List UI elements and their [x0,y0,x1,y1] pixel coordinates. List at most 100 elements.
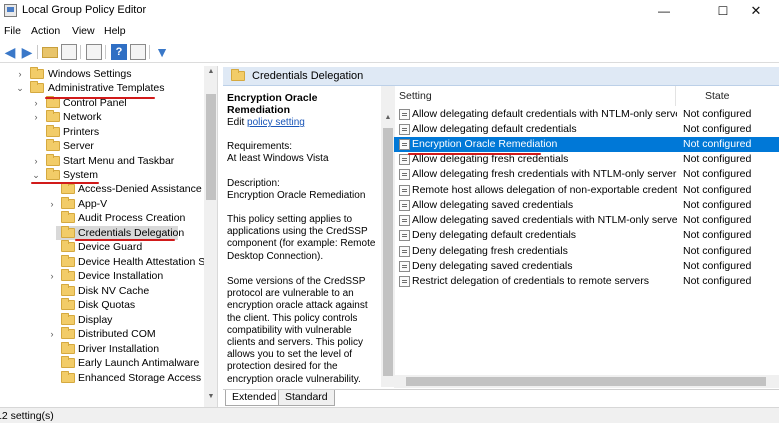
tree-item-device-installation[interactable]: › Device Installation [0,269,200,283]
close-button[interactable]: ✕ [733,0,779,22]
tree-item-label: Server [63,140,94,152]
expand-chevron-icon[interactable]: › [31,110,41,124]
scroll-up-icon[interactable]: ▲ [204,66,217,78]
menu-file[interactable]: File [4,25,21,37]
tree-item-administrative-templates[interactable]: ⌄ Administrative Templates [0,81,200,95]
export-list-icon[interactable] [86,44,102,60]
tree-item-driver-installation[interactable]: Driver Installation [0,342,200,356]
expand-chevron-icon[interactable]: › [47,197,57,211]
navigation-tree: › Windows Settings ⌄ Administrative Temp… [0,66,218,407]
expand-chevron-icon[interactable]: › [47,327,57,341]
setting-name: Deny delegating fresh credentials [412,245,568,257]
help-icon[interactable]: ? [111,44,127,60]
description-scrollbar-thumb[interactable] [383,128,393,376]
policy-setting-icon [399,246,410,257]
setting-row[interactable]: Deny delegating saved credentials Not co… [394,259,779,274]
tree-item-network[interactable]: › Network [0,110,200,124]
tree-item-label: Disk NV Cache [78,285,150,297]
toolbar-separator [149,45,150,59]
tree-item-label: Early Launch Antimalware [78,357,200,369]
column-header-state[interactable]: State [705,86,730,106]
setting-row[interactable]: Allow delegating saved credentials Not c… [394,198,779,213]
tree-item-display[interactable]: Display [0,313,200,327]
expand-chevron-icon[interactable]: › [31,154,41,168]
setting-row[interactable]: Allow delegating saved credentials with … [394,213,779,228]
expand-chevron-icon[interactable]: › [47,269,57,283]
folder-icon [61,182,75,194]
minimize-button[interactable]: — [641,0,687,22]
tab-standard[interactable]: Standard [278,390,335,406]
folder-icon [61,255,75,267]
back-arrow-icon[interactable]: ◀ [2,44,18,60]
collapse-chevron-icon[interactable]: ⌄ [31,168,41,182]
tree-scrollbar[interactable]: ▲ ▼ [204,66,217,407]
forward-arrow-icon[interactable]: ▶ [19,44,35,60]
show-hide-tree-icon[interactable] [61,44,77,60]
policy-editor-app-icon [4,4,17,17]
tree-item-label: Driver Installation [78,343,160,355]
tree-item-access-denied-assistance[interactable]: Access-Denied Assistance [0,182,202,196]
expand-chevron-icon[interactable]: › [31,96,41,110]
tree-item-windows-settings[interactable]: › Windows Settings [0,67,200,81]
collapse-chevron-icon[interactable]: ⌄ [15,81,25,95]
setting-row[interactable]: Allow delegating default credentials Not… [394,122,779,137]
scroll-down-icon[interactable]: ▼ [204,391,217,403]
setting-state: Not configured [683,138,752,150]
menu-help[interactable]: Help [104,25,126,37]
requirements-value: At least Windows Vista [227,153,329,164]
setting-row[interactable]: Remote host allows delegation of non-exp… [394,183,779,198]
column-divider[interactable] [675,86,676,106]
expand-chevron-icon[interactable]: › [15,67,25,81]
tree-item-printers[interactable]: Printers [0,125,200,139]
setting-row[interactable]: Allow delegating default credentials wit… [394,107,779,122]
setting-name: Remote host allows delegation of non-exp… [412,184,677,196]
tree-scrollbar-thumb[interactable] [206,94,216,200]
tab-extended[interactable]: Extended [225,390,284,406]
tree-item-credentials-delegation[interactable]: Credentials Delegation [0,226,200,240]
setting-state: Not configured [683,245,752,257]
list-horizontal-scrollbar[interactable] [394,375,779,388]
folder-icon [61,313,75,325]
tree-item-disk-quotas[interactable]: Disk Quotas [0,298,200,312]
scroll-up-icon[interactable]: ▲ [381,112,395,124]
filter-icon[interactable]: ▼ [154,44,170,60]
tree-item-label: Device Guard [78,241,143,253]
tree-item-system[interactable]: ⌄ System [0,168,200,182]
tree-item-distributed-com[interactable]: › Distributed COM [0,327,200,341]
tree-item-start-menu-and-taskbar[interactable]: › Start Menu and Taskbar [0,154,200,168]
tree-item-label: System [63,169,99,181]
description-scrollbar[interactable]: ▲ [381,86,395,387]
tree-item-device-guard[interactable]: Device Guard [0,240,200,254]
setting-row[interactable]: Deny delegating fresh credentials Not co… [394,244,779,259]
setting-row-selected[interactable]: Encryption Oracle Remediation Not config… [394,137,779,152]
description-value: Encryption Oracle Remediation [227,190,366,201]
toolbar-separator [37,45,38,59]
setting-name: Allow delegating default credentials [412,123,577,135]
tree-item-audit-process-creation[interactable]: Audit Process Creation [0,211,200,225]
setting-state: Not configured [683,108,752,120]
tree-item-label: Access-Denied Assistance [78,183,202,195]
tree-item-disk-nv-cache[interactable]: Disk NV Cache [0,284,200,298]
tree-item-label: Audit Process Creation [78,212,186,224]
up-folder-icon[interactable] [42,47,58,58]
menu-view[interactable]: View [72,25,95,37]
status-bar: 12 setting(s) [0,407,779,423]
setting-name: Allow delegating saved credentials with … [412,214,677,226]
requirements-label: Requirements: [227,141,293,152]
setting-row[interactable]: Deny delegating default credentials Not … [394,228,779,243]
tree-item-early-launch-antimalware[interactable]: Early Launch Antimalware [0,356,200,370]
menu-action[interactable]: Action [31,25,60,37]
policy-setting-link[interactable]: policy setting [247,117,305,128]
tree-item-server[interactable]: Server [0,139,200,153]
tree-item-app-v[interactable]: › App-V [0,197,200,211]
list-scrollbar-thumb[interactable] [406,377,766,386]
column-header-setting[interactable]: Setting [399,86,432,106]
properties-icon[interactable] [130,44,146,60]
setting-row[interactable]: Restrict delegation of credentials to re… [394,274,779,289]
setting-row[interactable]: Allow delegating fresh credentials with … [394,167,779,182]
settings-count: 12 setting(s) [0,410,54,422]
folder-icon [61,298,75,310]
tree-item-enhanced-storage-access[interactable]: Enhanced Storage Access [0,371,201,385]
folder-icon [46,154,60,166]
tree-item-device-health-attestation[interactable]: Device Health Attestation Serv [0,255,204,269]
